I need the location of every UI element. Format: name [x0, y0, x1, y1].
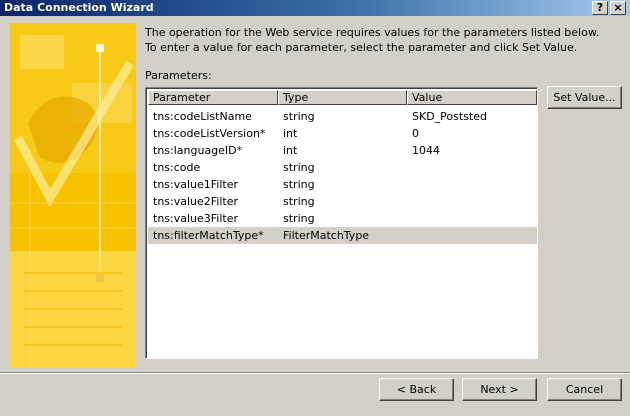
table-row[interactable]: tns:codeListVersion* int 0 [148, 125, 537, 142]
cancel-button[interactable]: Cancel [547, 378, 622, 401]
instructions-line-2: To enter a value for each parameter, sel… [145, 41, 578, 54]
table-row[interactable]: tns:code string [148, 159, 537, 176]
parameter-cell: tns:codeListName [153, 110, 252, 123]
parameter-cell: tns:value1Filter [153, 178, 239, 191]
value-cell: SKD_Poststed [412, 110, 487, 123]
column-header-value[interactable]: Value [407, 90, 537, 105]
table-row[interactable]: tns:languageID* int 1044 [148, 142, 537, 159]
instructions: The operation for the Web service requir… [145, 25, 615, 55]
list-rows: tns:codeListName string SKD_Poststed tns:co… [148, 108, 537, 244]
help-button[interactable]: ? [592, 1, 608, 15]
table-row[interactable]: tns:value3Filter string [148, 210, 537, 227]
type-cell: string [283, 110, 315, 123]
column-header-type[interactable]: Type [278, 90, 407, 105]
window-title: Data Connection Wizard [4, 1, 154, 14]
type-cell: string [283, 161, 315, 174]
parameter-cell: tns:filterMatchType* [153, 229, 264, 242]
value-cell: 0 [412, 127, 419, 140]
set-value-button[interactable]: Set Value... [547, 86, 622, 109]
parameter-cell: tns:codeListVersion* [153, 127, 266, 140]
table-row[interactable]: tns:value1Filter string [148, 176, 537, 193]
type-cell: int [283, 127, 298, 140]
type-cell: string [283, 178, 315, 191]
next-button[interactable]: Next > [462, 378, 537, 401]
separator [0, 372, 630, 374]
parameter-cell: tns:value2Filter [153, 195, 239, 208]
parameter-cell: tns:languageID* [153, 144, 243, 157]
type-cell: int [283, 144, 298, 157]
type-cell: string [283, 195, 315, 208]
table-row[interactable]: tns:filterMatchType* FilterMatchType [148, 227, 537, 244]
wizard-banner-image [10, 23, 136, 368]
type-cell: string [283, 212, 315, 225]
type-cell: FilterMatchType [283, 229, 370, 242]
parameters-label: Parameters: [145, 69, 212, 82]
close-button[interactable]: × [610, 1, 626, 15]
title-bar: Data Connection Wizard ? × [0, 0, 630, 16]
column-header-parameter[interactable]: Parameter [148, 90, 278, 105]
parameter-cell: tns:value3Filter [153, 212, 239, 225]
table-row[interactable]: tns:value2Filter string [148, 193, 537, 210]
back-button[interactable]: < Back [379, 378, 454, 401]
list-header: Parameter Type Value [148, 90, 537, 105]
table-row[interactable]: tns:codeListName string SKD_Poststed [148, 108, 537, 125]
parameters-list[interactable]: Parameter Type Value tns:codeListName str… [145, 87, 538, 359]
value-cell: 1044 [412, 144, 440, 157]
instructions-line-1: The operation for the Web service requir… [145, 26, 600, 39]
parameter-cell: tns:code [153, 161, 201, 174]
